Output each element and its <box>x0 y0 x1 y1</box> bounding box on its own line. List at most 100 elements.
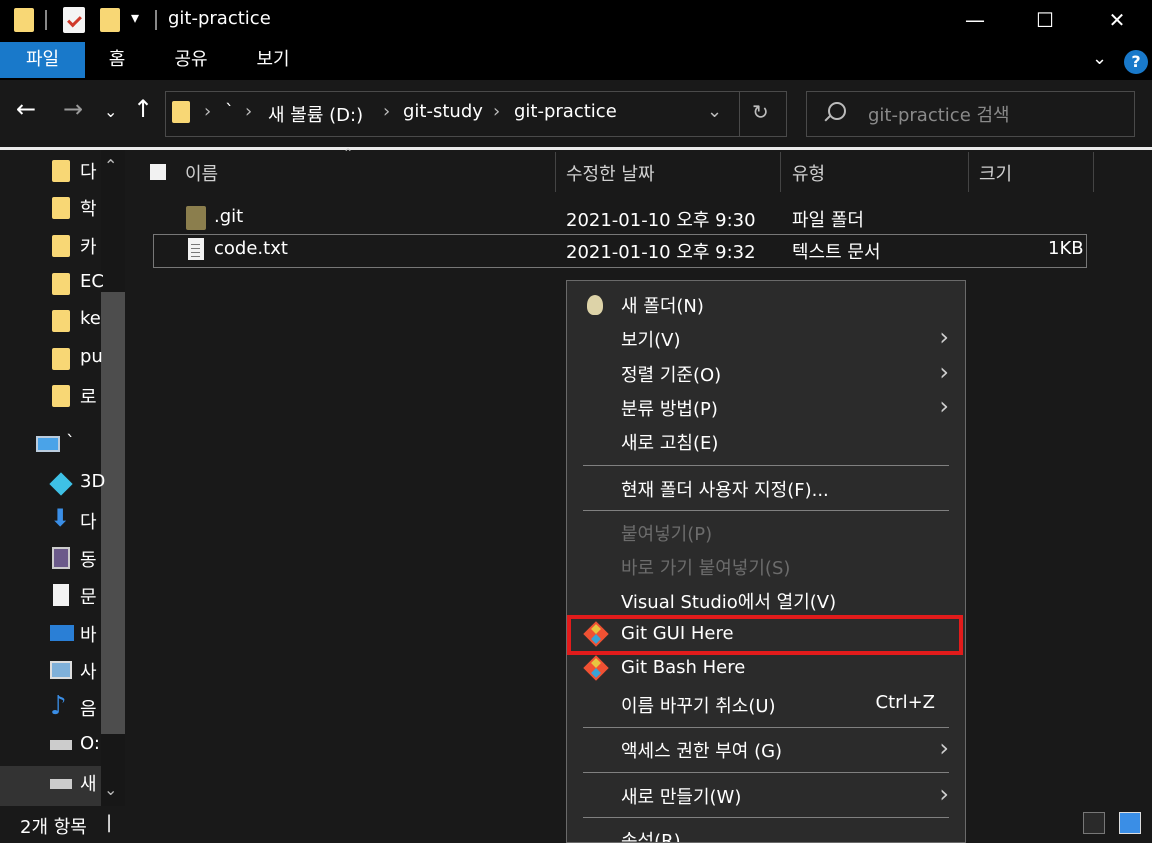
tab-view[interactable]: 보기 <box>245 42 301 78</box>
text-file-icon <box>188 238 204 260</box>
address-dropdown-icon[interactable]: ⌄ <box>707 101 722 122</box>
column-header-modified[interactable]: 수정한 날짜 <box>566 160 655 186</box>
column-divider[interactable] <box>780 152 781 192</box>
menu-item-view[interactable]: 보기(V) › <box>567 321 965 355</box>
folder-icon <box>52 348 70 370</box>
menu-item-label: 정렬 기준(O) <box>621 365 722 386</box>
menu-item-paste: 붙여넣기(P) <box>567 515 965 549</box>
minimize-button[interactable]: — <box>940 0 1010 40</box>
submenu-arrow-icon: › <box>939 780 949 808</box>
sidebar-item-label: 새 <box>80 774 97 795</box>
menu-item-label: Git Bash Here <box>621 657 746 678</box>
folder-icon <box>52 273 70 295</box>
breadcrumb-item[interactable]: 새 볼륨 (D:) <box>268 101 363 127</box>
column-divider[interactable] <box>555 152 556 192</box>
submenu-arrow-icon: › <box>939 392 949 420</box>
sidebar-item-label: O: <box>80 733 100 754</box>
menu-item-label: 분류 방법(P) <box>621 399 718 420</box>
breadcrumb-separator-icon: › <box>383 101 391 122</box>
pc-icon <box>36 436 60 452</box>
drive-icon <box>50 740 72 750</box>
column-header-name[interactable]: 이름 <box>185 160 218 186</box>
tab-share[interactable]: 공유 <box>163 42 219 78</box>
sidebar-item-label: 다 <box>80 162 97 183</box>
sidebar-item-label: ke <box>80 308 101 329</box>
menu-item-give-access[interactable]: 액세스 권한 부여 (G) › <box>567 732 965 766</box>
submenu-arrow-icon: › <box>939 734 949 762</box>
column-header-type[interactable]: 유형 <box>792 160 825 186</box>
menu-item-open-visual-studio[interactable]: Visual Studio에서 열기(V) <box>567 583 965 617</box>
sidebar-item-label: 다 <box>80 512 97 533</box>
properties-icon[interactable] <box>63 7 85 33</box>
menu-separator <box>583 817 949 818</box>
menu-separator <box>583 465 949 466</box>
address-divider <box>739 92 740 136</box>
sidebar-item-label: 카 <box>80 237 97 258</box>
window-title: git-practice <box>168 8 271 29</box>
menu-item-group-by[interactable]: 분류 방법(P) › <box>567 390 965 424</box>
maximize-button[interactable]: ☐ <box>1010 0 1080 40</box>
tab-home[interactable]: 홈 <box>95 42 139 78</box>
file-type: 파일 폴더 <box>792 210 864 231</box>
file-modified: 2021-01-10 오후 9:30 <box>566 210 756 231</box>
folder-icon <box>52 385 70 407</box>
highlight-box <box>567 615 963 655</box>
folder-icon <box>14 8 34 32</box>
folder-icon <box>52 235 70 257</box>
forward-arrow-icon[interactable]: → <box>63 95 83 123</box>
help-icon[interactable]: ? <box>1124 50 1148 74</box>
up-arrow-icon[interactable]: ↑ <box>133 95 153 123</box>
refresh-icon[interactable]: ↻ <box>752 100 769 124</box>
file-name: code.txt <box>214 238 288 259</box>
breadcrumb-separator-icon: › <box>204 101 212 122</box>
menu-item-label: 보기(V) <box>621 330 681 351</box>
close-button[interactable]: ✕ <box>1082 0 1152 40</box>
folder-icon <box>52 160 70 182</box>
column-header-size[interactable]: 크기 <box>979 160 1012 186</box>
menu-item-refresh[interactable]: 새로 고침(E) <box>567 424 965 458</box>
menu-item-label: 이름 바꾸기 취소(U) <box>621 696 776 717</box>
submenu-arrow-icon: › <box>939 323 949 351</box>
sidebar-item-label: 3D <box>80 471 106 492</box>
scroll-down-icon[interactable]: ⌄ <box>104 780 117 799</box>
menu-item-label: 붙여넣기(P) <box>621 524 713 545</box>
toolbar-separator <box>45 10 47 30</box>
column-divider[interactable] <box>1093 152 1094 192</box>
tab-file[interactable]: 파일 <box>0 42 85 78</box>
menu-item-label: 바로 가기 붙여넣기(S) <box>621 558 791 579</box>
column-divider[interactable] <box>968 152 969 192</box>
menu-item-sort-by[interactable]: 정렬 기준(O) › <box>567 356 965 390</box>
menu-item-new[interactable]: 새로 만들기(W) › <box>567 778 965 812</box>
details-view-icon[interactable] <box>1083 812 1105 834</box>
drive-icon <box>50 779 72 789</box>
sort-ascending-icon: ⌃ <box>343 146 354 160</box>
folder-icon <box>52 310 70 332</box>
recent-locations-icon[interactable]: ⌄ <box>104 102 117 121</box>
pane-divider <box>0 147 1152 150</box>
new-folder-icon[interactable] <box>100 8 120 32</box>
breadcrumb-item[interactable]: git-practice <box>514 101 617 122</box>
menu-separator <box>583 772 949 773</box>
menu-item-label: Visual Studio에서 열기(V) <box>621 592 837 613</box>
nav-scrollbar-thumb[interactable] <box>101 292 125 734</box>
menu-item-new-folder[interactable]: 새 폴더(N) <box>567 287 965 321</box>
sidebar-item-label: 학 <box>80 199 97 220</box>
menu-item-label: 새로 만들기(W) <box>621 787 742 808</box>
scroll-up-icon[interactable]: ⌃ <box>104 156 117 175</box>
menu-item-properties[interactable]: 속성(R) <box>567 822 965 842</box>
breadcrumb-item[interactable]: ` <box>225 101 234 122</box>
video-icon <box>52 547 70 569</box>
large-icons-view-icon[interactable] <box>1119 812 1141 834</box>
menu-item-git-bash-here[interactable]: Git Bash Here <box>567 652 965 686</box>
menu-item-paste-shortcut: 바로 가기 붙여넣기(S) <box>567 549 965 583</box>
breadcrumb-item[interactable]: git-study <box>403 101 483 122</box>
menu-separator <box>583 510 949 511</box>
menu-item-undo-rename[interactable]: 이름 바꾸기 취소(U) Ctrl+Z <box>567 687 965 721</box>
menu-item-customize-folder[interactable]: 현재 폴더 사용자 지정(F)... <box>567 471 965 505</box>
select-all-checkbox[interactable] <box>150 164 166 180</box>
sidebar-item-label: 음 <box>80 699 97 720</box>
back-arrow-icon[interactable]: ← <box>16 95 36 123</box>
expand-ribbon-icon[interactable]: ⌄ <box>1092 48 1107 69</box>
sidebar-item-label: EC <box>80 271 104 292</box>
quick-access-dropdown-icon[interactable]: ▾ <box>131 8 139 27</box>
